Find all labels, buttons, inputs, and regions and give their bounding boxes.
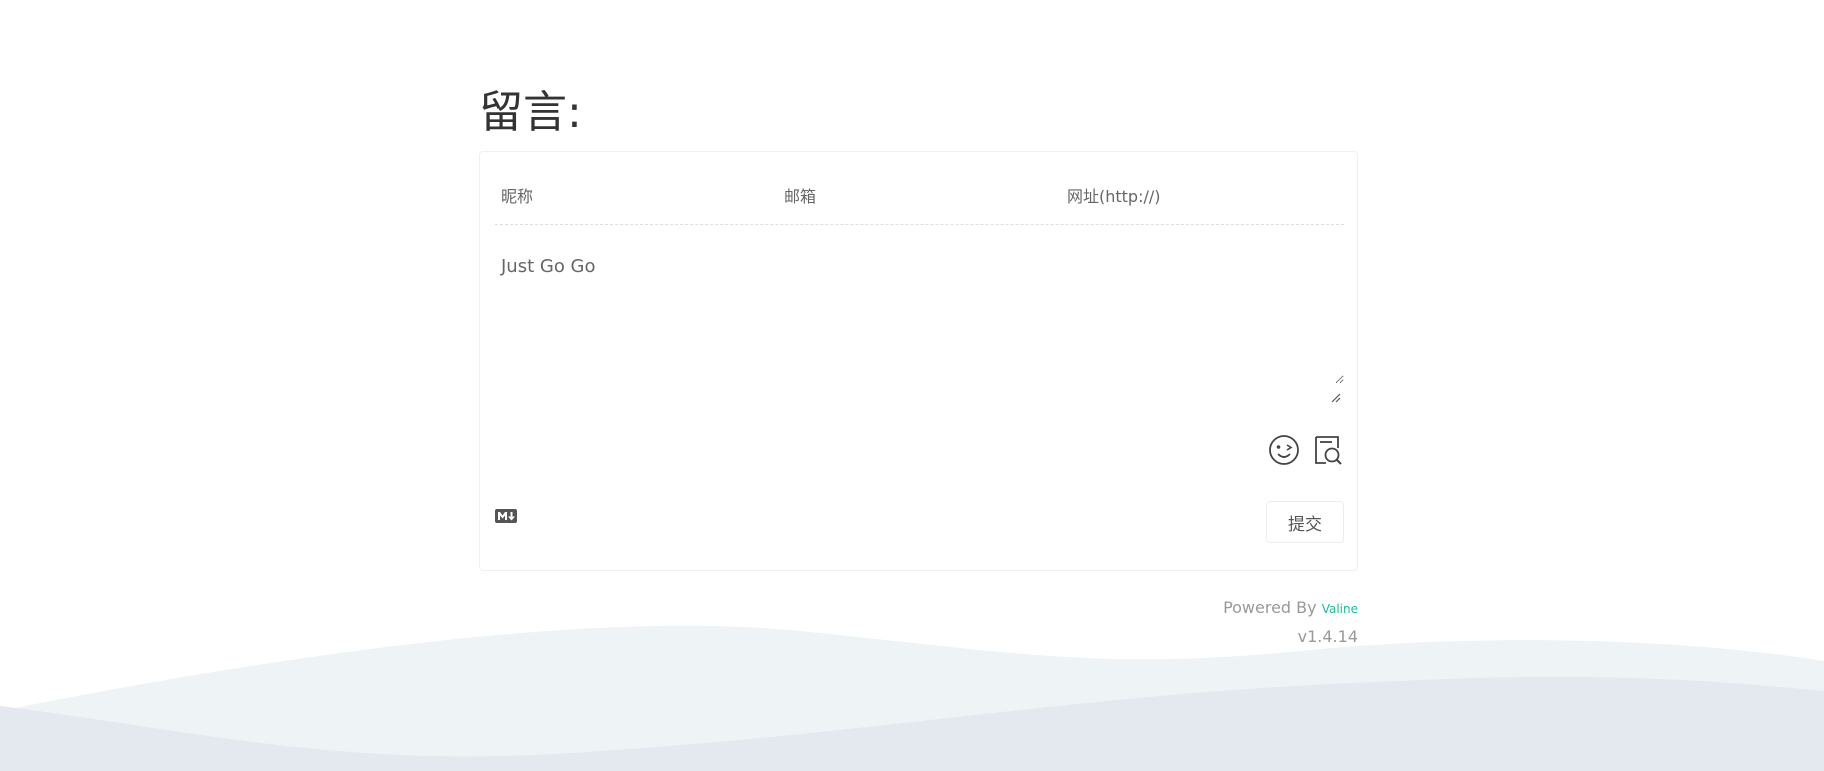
valine-link[interactable]: Valine: [1322, 602, 1358, 616]
powered-by-text: Powered By: [1223, 598, 1322, 617]
submit-button[interactable]: 提交: [1266, 501, 1344, 543]
nick-input[interactable]: [495, 168, 778, 224]
link-input[interactable]: [1061, 168, 1344, 224]
markdown-icon[interactable]: [495, 509, 517, 523]
page-title: 留言:: [479, 87, 582, 138]
toolbar-icons: [1268, 434, 1344, 466]
comment-form: 提交: [479, 151, 1358, 571]
version-label: v1.4.14: [1297, 627, 1358, 646]
resize-handle-icon[interactable]: [1331, 393, 1341, 403]
mail-input[interactable]: [778, 168, 1061, 224]
powered-by: Powered By Valine: [1223, 598, 1358, 617]
comment-header-fields: [495, 168, 1344, 225]
emoji-icon[interactable]: [1268, 434, 1300, 466]
preview-icon[interactable]: [1312, 434, 1344, 466]
comment-textarea[interactable]: [495, 234, 1344, 384]
background-waves: [0, 625, 1824, 771]
